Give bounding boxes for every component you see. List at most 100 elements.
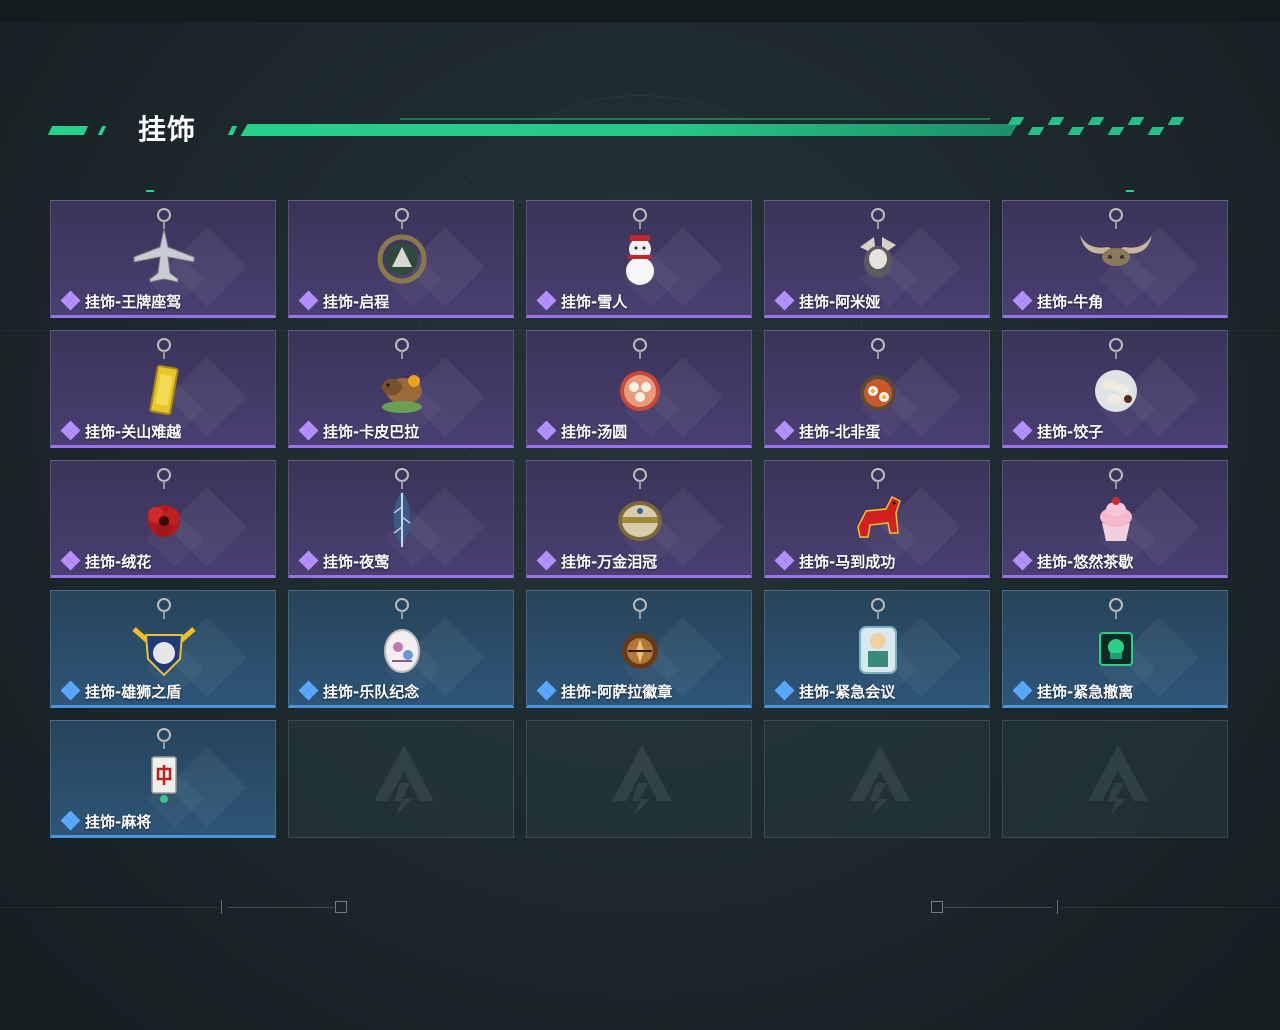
empty-slot: [764, 720, 990, 838]
checker-block: [1027, 127, 1045, 135]
rarity-diamond-icon: [60, 810, 81, 831]
rarity-diamond-icon: [298, 550, 319, 571]
rarity-diamond-icon: [1012, 550, 1033, 571]
checker-block: [1047, 117, 1065, 125]
deco-line: [228, 907, 334, 908]
charm-label: 挂饰-雪人: [536, 290, 627, 312]
charm-card[interactable]: 挂饰-万金泪冠: [526, 460, 752, 578]
placeholder-logo-icon: [612, 745, 672, 815]
charm-card[interactable]: 挂饰-马到成功: [764, 460, 990, 578]
charm-name: 挂饰-王牌座驾: [85, 292, 182, 311]
charm-card[interactable]: 挂饰-饺子: [1002, 330, 1228, 448]
rarity-diamond-icon: [774, 550, 795, 571]
charm-card[interactable]: 挂饰-紧急会议: [764, 590, 990, 708]
checker-block: [1087, 117, 1105, 125]
charm-card[interactable]: 挂饰-关山难越: [50, 330, 276, 448]
ring-medallion-charm-icon: [377, 208, 427, 284]
charm-label: 挂饰-夜莺: [298, 550, 390, 572]
rarity-diamond-icon: [60, 680, 81, 701]
placeholder-logo-icon: [1088, 745, 1148, 815]
charm-grid: 挂饰-王牌座驾 挂饰-启程 挂饰-雪人 挂饰-阿米娅 挂饰-牛角挂饰-关山难越 挂饰-卡皮…: [50, 200, 1230, 840]
green-cube-charm-icon: [1099, 598, 1133, 666]
empty-slot: [1002, 720, 1228, 838]
charm-name: 挂饰-夜莺: [323, 552, 390, 571]
charm-label: 挂饰-汤圆: [536, 420, 627, 442]
rarity-diamond-icon: [60, 290, 81, 311]
bull-horns-charm-icon: [1080, 208, 1152, 266]
acrylic-figure-charm-icon: [859, 598, 897, 674]
rarity-diamond-icon: [774, 290, 795, 311]
red-flower-charm-icon: [148, 468, 180, 537]
checker-block: [1067, 127, 1085, 135]
charm-label: 挂饰-卡皮巴拉: [298, 420, 420, 442]
charm-name: 挂饰-北非蛋: [799, 422, 881, 441]
charm-name: 挂饰-关山难越: [85, 422, 182, 441]
red-horse-charm-icon: [857, 468, 901, 538]
charm-card[interactable]: 挂饰-阿米娅: [764, 200, 990, 318]
dumplings-plate-charm-icon: [1095, 338, 1137, 412]
rarity-diamond-icon: [1012, 420, 1033, 441]
charm-card[interactable]: 挂饰-阿萨拉徽章: [526, 590, 752, 708]
charm-name: 挂饰-雄狮之盾: [85, 682, 182, 701]
checker-block: [1127, 117, 1145, 125]
cupcake-charm-icon: [1100, 468, 1132, 541]
rarity-diamond-icon: [1012, 680, 1033, 701]
charm-card[interactable]: 挂饰-牛角: [1002, 200, 1228, 318]
charm-label: 挂饰-阿米娅: [774, 290, 880, 312]
charm-card[interactable]: 挂饰-悠然茶歇: [1002, 460, 1228, 578]
rarity-diamond-icon: [298, 680, 319, 701]
deco-line: [0, 907, 220, 908]
charm-name: 挂饰-阿萨拉徽章: [561, 682, 673, 701]
rice-ball-bowl-charm-icon: [620, 338, 660, 411]
charm-label: 挂饰-启程: [298, 290, 389, 312]
charm-card[interactable]: 挂饰-卡皮巴拉: [288, 330, 514, 448]
charm-card[interactable]: 挂饰-汤圆: [526, 330, 752, 448]
rarity-diamond-icon: [60, 550, 81, 571]
charm-card[interactable]: 挂饰-绒花: [50, 460, 276, 578]
checker-block: [1107, 127, 1125, 135]
charm-label: 挂饰-雄狮之盾: [60, 680, 182, 702]
charm-label: 挂饰-饺子: [1012, 420, 1103, 442]
charm-label: 挂饰-紧急会议: [774, 680, 895, 702]
deco-line: [1060, 907, 1280, 908]
snowman-charm-icon: [626, 208, 654, 285]
charm-card[interactable]: 挂饰-夜莺: [288, 460, 514, 578]
charm-card[interactable]: 挂饰-雄狮之盾: [50, 590, 276, 708]
rarity-diamond-icon: [1012, 290, 1033, 311]
charm-card[interactable]: 挂饰-王牌座驾: [50, 200, 276, 318]
rarity-diamond-icon: [536, 550, 557, 571]
checker-block: [1147, 127, 1165, 135]
rarity-diamond-icon: [536, 290, 557, 311]
charm-name: 挂饰-乐队纪念: [323, 682, 420, 701]
deco-square: [335, 901, 347, 913]
charm-label: 挂饰-绒花: [60, 550, 152, 572]
empty-slot: [526, 720, 752, 838]
charm-name: 挂饰-绒花: [85, 552, 152, 571]
grid-corner-mark: [146, 190, 154, 192]
charm-label: 挂饰-马到成功: [774, 550, 896, 572]
header-accent-tick: [97, 126, 107, 135]
charm-card[interactable]: 挂饰-雪人: [526, 200, 752, 318]
jeweled-crown-charm-icon: [618, 468, 662, 541]
charm-card[interactable]: 挂饰-启程: [288, 200, 514, 318]
jet-plane-charm-icon: [133, 208, 195, 283]
charm-label: 挂饰-悠然茶歇: [1012, 550, 1134, 572]
charm-label: 挂饰-王牌座驾: [60, 290, 182, 312]
charm-card[interactable]: 挂饰-麻将: [50, 720, 276, 838]
shakshuka-charm-icon: [860, 338, 896, 411]
charm-label: 挂饰-牛角: [1012, 290, 1103, 312]
charm-name: 挂饰-卡皮巴拉: [323, 422, 420, 441]
rarity-diamond-icon: [536, 680, 557, 701]
deco-tick: [221, 900, 222, 914]
charm-name: 挂饰-悠然茶歇: [1037, 552, 1134, 571]
band-badge-charm-icon: [384, 598, 420, 673]
charm-label: 挂饰-关山难越: [60, 420, 182, 442]
rarity-diamond-icon: [536, 420, 557, 441]
charm-name: 挂饰-马到成功: [799, 552, 896, 571]
charm-card[interactable]: 挂饰-乐队纪念: [288, 590, 514, 708]
charm-name: 挂饰-紧急撤离: [1037, 682, 1134, 701]
charm-card[interactable]: 挂饰-紧急撤离: [1002, 590, 1228, 708]
charm-label: 挂饰-乐队纪念: [298, 680, 420, 702]
checker-block: [1167, 117, 1185, 125]
charm-card[interactable]: 挂饰-北非蛋: [764, 330, 990, 448]
